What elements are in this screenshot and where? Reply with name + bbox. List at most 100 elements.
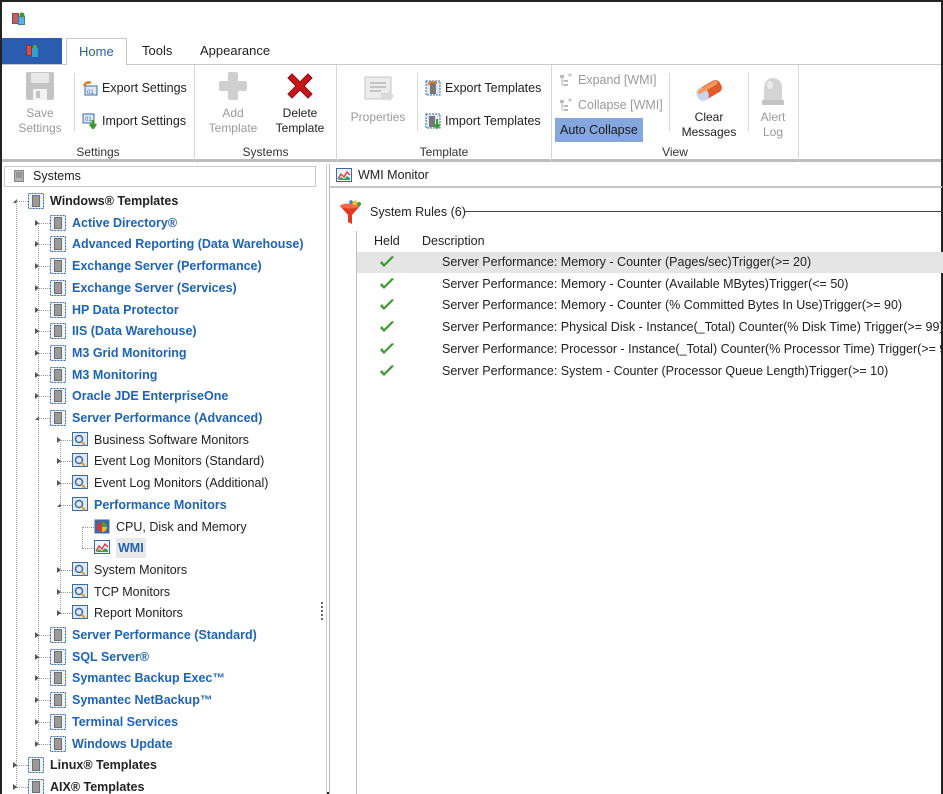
export-templates-button[interactable]: Export Templates [423, 77, 541, 99]
tab-tools[interactable]: Tools [130, 38, 184, 65]
tree-node[interactable]: Server Performance (Standard) [2, 625, 320, 645]
save-settings-button[interactable]: Save Settings [14, 69, 66, 136]
checkmark-icon [379, 255, 395, 270]
tree-node[interactable]: Active Directory® [2, 213, 320, 233]
tree-node[interactable]: M3 Monitoring [2, 365, 320, 385]
delete-template-button[interactable]: Delete Template [269, 69, 331, 136]
separator [417, 73, 418, 131]
column-header-held[interactable]: Held [374, 231, 400, 251]
ribbon: Save Settings 01 Export Settings 01 Impo… [2, 64, 941, 162]
tree-node[interactable]: Symantec NetBackup™ [2, 690, 320, 710]
group-label-template: Template [419, 145, 469, 159]
tree-connector [60, 483, 72, 485]
tab-appearance[interactable]: Appearance [188, 38, 282, 65]
monitor-folder-icon [72, 453, 88, 469]
systems-pane: Systems Windows® Templates Active Directo… [2, 164, 327, 794]
tree-node-label: HP Data Protector [72, 302, 179, 317]
rule-row[interactable]: Server Performance: Memory - Counter (% … [357, 295, 943, 316]
splitter-grip[interactable] [321, 602, 324, 620]
tree-node[interactable]: SQL Server® [2, 647, 320, 667]
tree-node[interactable]: HP Data Protector [2, 300, 320, 320]
add-template-button[interactable]: Add Template [203, 69, 263, 136]
tree-node[interactable]: Terminal Services [2, 712, 320, 732]
separator [748, 73, 749, 131]
server-template-icon [50, 648, 66, 665]
auto-collapse-toggle[interactable]: Auto Collapse [555, 118, 643, 142]
tree-connector [38, 244, 50, 246]
tree-node[interactable]: M3 Grid Monitoring [2, 343, 320, 363]
alert-light-icon [762, 78, 784, 105]
ribbon-group-systems: Add Template Delete Template Systems [195, 65, 337, 161]
rule-row[interactable]: Server Performance: Physical Disk - Inst… [357, 317, 943, 338]
tree-connector [38, 222, 50, 224]
tree-node[interactable]: System Monitors [2, 560, 320, 580]
tree-connector [38, 743, 50, 745]
rule-row[interactable]: Server Performance: Processor - Instance… [357, 339, 943, 360]
alert-log-button[interactable]: Alert Log [753, 73, 793, 140]
svg-text:01: 01 [85, 117, 92, 123]
title-bar [2, 2, 941, 36]
tree-connector [82, 526, 94, 528]
expand-wmi-button[interactable]: Expand [WMI] [556, 69, 657, 91]
tree-connector [16, 786, 28, 788]
tree-node[interactable]: Linux® Templates [2, 755, 320, 775]
eraser-icon [696, 80, 722, 101]
rules-grid-header: Held Description [357, 231, 943, 251]
rule-row[interactable]: Server Performance: Memory - Counter (Av… [357, 274, 943, 295]
save-settings-label-2: Settings [18, 121, 62, 135]
tree-node[interactable]: Event Log Monitors (Additional) [2, 473, 320, 493]
rule-row[interactable]: Server Performance: System - Counter (Pr… [357, 361, 943, 382]
tree-node[interactable]: Performance Monitors [2, 495, 320, 515]
tree-node[interactable]: Event Log Monitors (Standard) [2, 451, 320, 471]
import-templates-button[interactable]: Import Templates [423, 110, 541, 132]
import-templates-icon [425, 113, 441, 129]
monitor-folder-icon [72, 561, 88, 578]
clear-messages-label-1: Clear [694, 110, 724, 124]
application-menu-button[interactable] [2, 38, 62, 64]
export-settings-button[interactable]: 01 Export Settings [80, 77, 187, 99]
tree-node[interactable]: IIS (Data Warehouse) [2, 321, 320, 341]
tree-node[interactable]: CPU, Disk and Memory [2, 517, 320, 537]
rule-row[interactable]: Server Performance: Memory - Counter (Pa… [357, 252, 943, 273]
column-header-description[interactable]: Description [422, 231, 485, 251]
tree-node[interactable]: WMI [2, 538, 320, 559]
tree-node[interactable]: Windows Update [2, 734, 320, 754]
import-settings-button[interactable]: 01 Import Settings [80, 110, 186, 132]
tree-node[interactable]: Server Performance (Advanced) [2, 408, 320, 428]
tab-home[interactable]: Home [66, 38, 127, 65]
import-settings-label: Import Settings [102, 114, 187, 128]
tree-connector [16, 201, 28, 202]
export-templates-icon [425, 80, 441, 96]
export-settings-label: Export Settings [102, 81, 187, 95]
ribbon-group-settings: Save Settings 01 Export Settings 01 Impo… [2, 65, 195, 161]
properties-button[interactable]: Properties [347, 73, 409, 125]
tree-node[interactable]: TCP Monitors [2, 582, 320, 602]
expand-tree-icon [560, 73, 572, 86]
monitor-folder-icon [72, 431, 88, 448]
tree-node[interactable]: AIX® Templates [2, 777, 320, 794]
tree-node[interactable]: Oracle JDE EnterpriseOne [2, 386, 320, 406]
svg-text:01: 01 [87, 90, 94, 96]
tree-node[interactable]: Advanced Reporting (Data Warehouse) [2, 234, 320, 254]
tree-node-label: Event Log Monitors (Additional) [94, 476, 269, 491]
tree-node[interactable]: Windows® Templates [2, 191, 320, 211]
tree-node[interactable]: Symantec Backup Exec™ [2, 668, 320, 688]
systems-pane-title: Systems [33, 169, 81, 183]
application-window: Home Tools Appearance Save Settings 01 E… [0, 0, 943, 794]
tree-node[interactable]: Business Software Monitors [2, 430, 320, 450]
app-menu-icon [26, 45, 38, 57]
add-template-label-2: Template [208, 121, 258, 135]
system-rules-header[interactable]: System Rules (6) [338, 200, 466, 224]
server-template-icon [28, 757, 44, 774]
tree-node[interactable]: Exchange Server (Services) [2, 278, 320, 298]
tree-connector [60, 613, 72, 615]
collapse-wmi-button[interactable]: Collapse [WMI] [556, 94, 663, 116]
import-templates-label: Import Templates [445, 114, 541, 128]
wmi-chart-icon [94, 540, 110, 556]
tree-node[interactable]: Exchange Server (Performance) [2, 256, 320, 276]
clear-messages-label-2: Messages [681, 125, 737, 139]
tree-node-label: Active Directory® [72, 215, 178, 230]
clear-messages-button[interactable]: Clear Messages [676, 73, 742, 140]
tree-node[interactable]: Report Monitors [2, 603, 320, 623]
tree-node-label: Event Log Monitors (Standard) [94, 454, 265, 469]
